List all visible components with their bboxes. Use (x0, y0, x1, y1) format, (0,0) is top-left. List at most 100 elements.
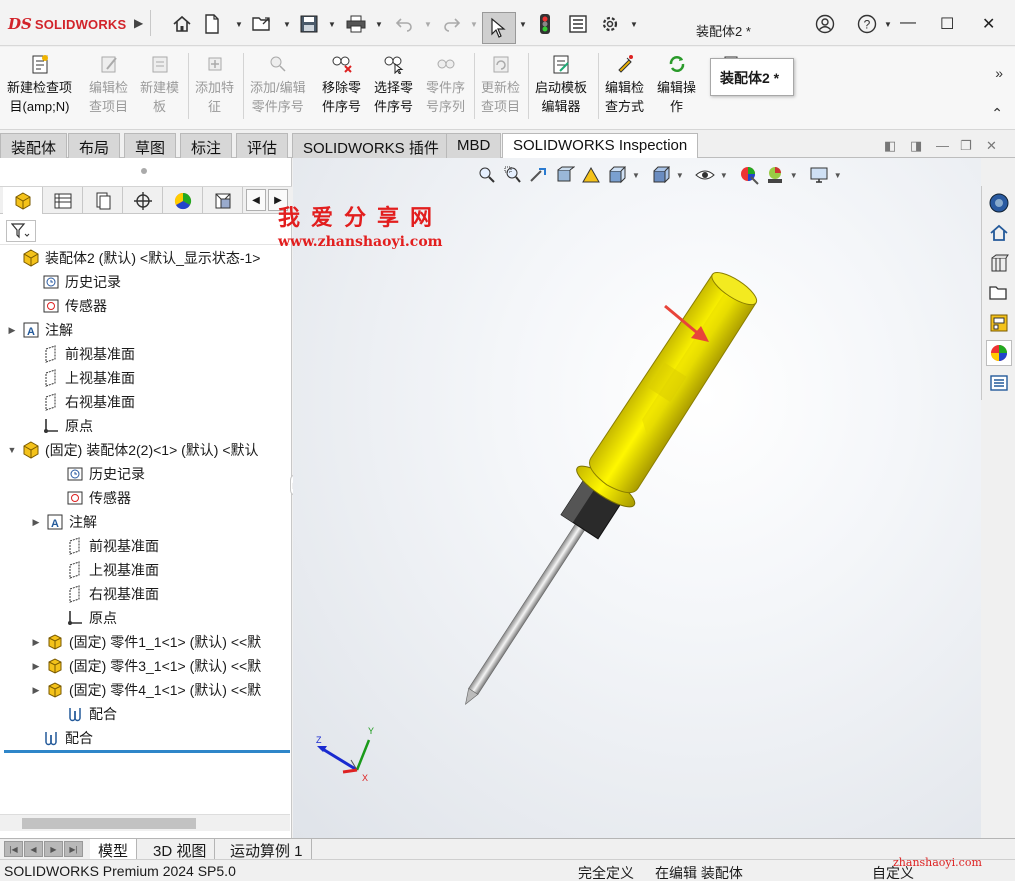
view-settings-icon[interactable] (808, 165, 830, 185)
display-style-icon[interactable] (650, 165, 672, 185)
tree-expander-icon[interactable]: ▶ (6, 325, 18, 336)
home-icon[interactable] (986, 220, 1012, 246)
tabs-scroll-left-button[interactable]: ◀ (246, 189, 266, 211)
options-dropdown-icon[interactable]: ▼ (630, 20, 638, 29)
tree-item[interactable]: 配合 (50, 703, 117, 725)
update-inspection-button[interactable]: 更新检 查项目 (481, 53, 520, 116)
tab-mbd[interactable]: MBD (446, 133, 502, 158)
tree-item[interactable]: ▼ (固定) 装配体2(2)<1> (默认) <默认 (6, 439, 259, 461)
new-document-icon[interactable] (200, 12, 224, 36)
save-icon[interactable] (297, 12, 321, 36)
new-template-button[interactable]: 新建模 板 (140, 53, 179, 116)
redo-dropdown-icon[interactable]: ▼ (470, 20, 478, 29)
panel-grip[interactable] (141, 168, 147, 174)
tree-item[interactable]: 配合 (26, 727, 93, 749)
home-icon[interactable] (170, 12, 194, 36)
new-dropdown-icon[interactable]: ▼ (235, 20, 243, 29)
remove-balloon-button[interactable]: 移除零 件序号 (322, 53, 361, 116)
tab-model[interactable]: 模型 (90, 839, 138, 860)
new-inspection-project-button[interactable]: 新建检查项 目(amp;N) (7, 53, 72, 116)
launch-template-editor-button[interactable]: 启动模板 编辑器 (535, 53, 587, 116)
viewport-tile-left-icon[interactable]: ◧ (884, 138, 896, 154)
edit-appearance-icon[interactable] (738, 165, 760, 185)
help-icon[interactable]: ? (855, 12, 879, 36)
feature-manager-tab-icon[interactable] (3, 187, 43, 214)
tree-expander-icon[interactable]: ▶ (30, 685, 42, 696)
open-dropdown-icon[interactable]: ▼ (283, 20, 291, 29)
tab-motion-study[interactable]: 运动算例 1 (222, 839, 312, 860)
tree-item[interactable]: 传感器 (26, 295, 107, 317)
undo-dropdown-icon[interactable]: ▼ (424, 20, 432, 29)
edit-inspection-project-button[interactable]: 编辑检 查项目 (89, 53, 128, 116)
first-tab-button[interactable]: |◀ (4, 841, 23, 857)
add-edit-balloon-button[interactable]: 添加/编辑 零件序号 (250, 53, 306, 116)
appearances-scenes-icon[interactable] (986, 340, 1012, 366)
tree-item[interactable]: 前视基准面 (26, 343, 135, 365)
hide-show-items-icon[interactable] (694, 165, 716, 185)
close-button[interactable]: ✕ (982, 14, 995, 34)
tab-layout[interactable]: 布局 (68, 133, 121, 158)
solidworks-resources-icon[interactable] (986, 190, 1012, 216)
tree-item[interactable]: 传感器 (50, 487, 131, 509)
tab-evaluate[interactable]: 评估 (236, 133, 289, 158)
view-orientation-icon[interactable] (606, 165, 628, 185)
design-library-icon[interactable] (986, 250, 1012, 276)
open-folder-icon[interactable] (250, 12, 274, 36)
tree-expander-icon[interactable]: ▶ (30, 637, 42, 648)
tree-expander-icon[interactable]: ▶ (30, 661, 42, 672)
previous-view-icon[interactable] (528, 165, 550, 185)
tree-item[interactable]: 上视基准面 (50, 559, 159, 581)
hide-show-dropdown-icon[interactable]: ▼ (720, 171, 728, 180)
print-dropdown-icon[interactable]: ▼ (375, 20, 383, 29)
tree-item[interactable]: 上视基准面 (26, 367, 135, 389)
tree-item[interactable]: 前视基准面 (50, 535, 159, 557)
user-account-icon[interactable] (813, 12, 837, 36)
next-tab-button[interactable]: ▶ (44, 841, 63, 857)
cam-tab-icon[interactable] (203, 187, 243, 214)
display-manager-tab-icon[interactable] (163, 187, 203, 214)
tree-item[interactable]: 装配体2 (默认) <默认_显示状态-1> (6, 247, 260, 269)
graphics-viewport[interactable] (293, 158, 981, 838)
tab-inspection[interactable]: SOLIDWORKS Inspection (502, 133, 699, 159)
viewport-minimize-icon[interactable]: — (936, 138, 949, 153)
dimxpert-tab-icon[interactable] (123, 187, 163, 214)
viewport-close-icon[interactable]: ✕ (986, 138, 997, 154)
solidworks-logo[interactable]: DS SOLIDWORKS (8, 14, 126, 34)
select-tool-button[interactable] (482, 12, 516, 44)
redo-icon[interactable] (440, 12, 464, 36)
last-tab-button[interactable]: ▶| (64, 841, 83, 857)
apply-scene-icon[interactable] (764, 165, 786, 185)
tab-assembly[interactable]: 装配体 (0, 133, 68, 158)
balloon-sequence-button[interactable]: 零件序 号序列 (426, 53, 465, 116)
tree-item[interactable]: 历史记录 (50, 463, 145, 485)
property-manager-tab-icon[interactable] (43, 187, 83, 214)
tree-item[interactable]: 原点 (26, 415, 93, 437)
zoom-to-area-icon[interactable] (502, 165, 524, 185)
tab-3d-views[interactable]: 3D 视图 (145, 839, 216, 860)
tree-item[interactable]: 右视基准面 (26, 391, 135, 413)
tree-item[interactable]: 右视基准面 (50, 583, 159, 605)
section-view-icon[interactable] (554, 165, 576, 185)
scene-dropdown-icon[interactable]: ▼ (790, 171, 798, 180)
tab-sketch[interactable]: 草图 (124, 133, 177, 158)
previous-tab-button[interactable]: ◀ (24, 841, 43, 857)
configuration-manager-tab-icon[interactable] (83, 187, 123, 214)
edit-inspection-method-button[interactable]: 编辑检 查方式 (605, 53, 644, 116)
select-balloon-button[interactable]: 选择零 件序号 (374, 53, 413, 116)
filter-button[interactable] (6, 220, 36, 242)
undo-icon[interactable] (392, 12, 416, 36)
tab-addins[interactable]: SOLIDWORKS 插件 (292, 133, 450, 158)
select-dropdown-icon[interactable]: ▼ (519, 20, 527, 29)
tree-item[interactable]: 原点 (50, 607, 117, 629)
minimize-button[interactable]: — (900, 14, 916, 32)
viewport-tile-right-icon[interactable]: ◨ (910, 138, 922, 154)
dynamic-annotation-icon[interactable] (580, 165, 602, 185)
screwdriver-model[interactable] (293, 158, 981, 838)
menu-expand-icon[interactable]: ▶ (134, 16, 143, 30)
save-dropdown-icon[interactable]: ▼ (328, 20, 336, 29)
edit-operation-button[interactable]: 编辑操 作 (657, 53, 696, 116)
tree-item[interactable]: ▶ (固定) 零件4_1<1> (默认) <<默 (30, 679, 262, 701)
viewport-restore-icon[interactable]: ❐ (960, 138, 972, 154)
tree-expander-icon[interactable]: ▶ (30, 517, 42, 528)
file-properties-icon[interactable] (566, 12, 590, 36)
